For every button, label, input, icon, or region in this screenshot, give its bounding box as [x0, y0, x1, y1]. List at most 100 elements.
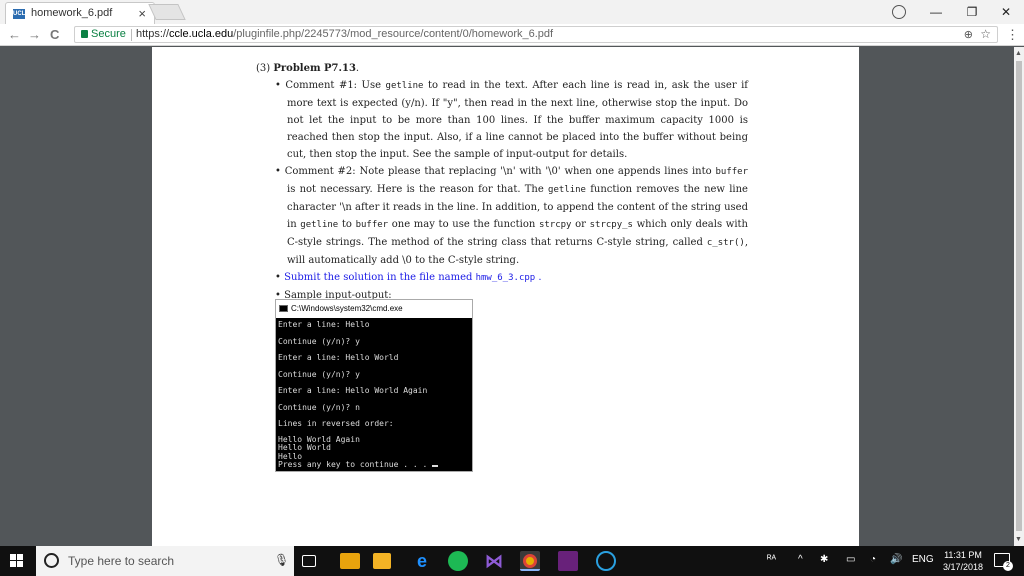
cmd-cursor — [432, 465, 439, 467]
cortana-icon — [44, 553, 59, 568]
address-bar[interactable]: Secure https://ccle.ucla.edu/pluginfile.… — [74, 26, 998, 43]
scroll-up-icon[interactable]: ▲ — [1015, 50, 1022, 57]
pdf-viewer: (3) Problem P7.13. • Comment #1: Use get… — [0, 47, 1024, 546]
spotify-icon[interactable] — [448, 551, 468, 571]
bullet-dot: • — [275, 166, 281, 177]
language-indicator[interactable]: ENG — [912, 554, 934, 565]
cmd-line: Enter a line: Hello World — [278, 353, 399, 362]
viewer-scrollbar[interactable]: ▲ ▼ — [1014, 47, 1024, 546]
cmd-title: C:\Windows\system32\cmd.exe — [291, 304, 403, 313]
url-scheme: https:// — [136, 28, 170, 40]
address-separator — [131, 29, 132, 41]
file-explorer-icon[interactable] — [340, 553, 360, 569]
battery-icon[interactable]: ▭ — [846, 554, 855, 565]
back-button[interactable]: ← — [8, 27, 21, 42]
tab-close-icon[interactable]: × — [138, 6, 146, 21]
browser-menu-icon[interactable]: ⋮ — [1006, 27, 1019, 43]
bluetooth-icon[interactable]: ✱ — [820, 554, 828, 565]
visual-studio-icon[interactable] — [558, 551, 578, 571]
system-clock[interactable]: 11:31 PM 3/17/2018 — [935, 549, 991, 573]
volume-icon[interactable]: 🔊 — [890, 554, 902, 565]
cmd-icon — [279, 305, 288, 312]
problem-heading: (3) Problem P7.13. — [256, 60, 748, 77]
comment-1-rest: to read in the text. After each line is … — [287, 80, 749, 160]
zoom-icon[interactable]: ⊕ — [964, 28, 973, 41]
scroll-thumb[interactable] — [1016, 61, 1022, 531]
cmd-prompt-line: Press any key to continue . . . — [278, 460, 470, 470]
new-tab-button[interactable] — [148, 4, 186, 20]
tray-chevron-icon[interactable]: ^ — [798, 554, 803, 565]
bullet-dot: • — [275, 272, 281, 283]
document-text: (3) Problem P7.13. • Comment #1: Use get… — [256, 60, 748, 304]
windows-taskbar: Type here to search 🎙 e ⋈ ᴿᴬ ^ ✱ ▭ ◔ 🔊 E… — [0, 546, 1024, 576]
tab-title: homework_6.pdf — [31, 7, 113, 19]
tab-bar: UCLA homework_6.pdf × — ❐ ✕ — [0, 0, 1024, 24]
bullet-dot: • — [275, 80, 281, 91]
ucla-favicon-icon: UCLA — [13, 9, 30, 19]
cmd-line: Continue (y/n)? n — [278, 402, 360, 412]
wifi-icon[interactable]: ◔ — [870, 554, 876, 565]
code-strcpy: strcpy — [538, 220, 572, 230]
bookmark-star-icon[interactable]: ☆ — [980, 27, 991, 41]
reload-button[interactable]: C — [50, 27, 59, 42]
submit-note: • Submit the solution in the file named … — [256, 269, 748, 287]
clock-date: 3/17/2018 — [942, 562, 984, 572]
forward-button[interactable]: → — [28, 27, 41, 42]
secure-label[interactable]: Secure — [91, 28, 126, 40]
store-icon[interactable] — [373, 553, 391, 569]
url-domain: ccle.ucla.edu — [169, 28, 234, 40]
comment-1: • Comment #1: Use getline to read in the… — [256, 77, 748, 163]
visual-studio-code-icon[interactable]: ⋈ — [484, 551, 504, 571]
edge-icon[interactable]: e — [412, 551, 432, 571]
code-getline: getline — [385, 81, 424, 91]
url-text[interactable]: https://ccle.ucla.edu/pluginfile.php/224… — [136, 28, 553, 40]
cmd-window-image: C:\Windows\system32\cmd.exe Enter a line… — [275, 299, 473, 472]
lock-icon — [81, 30, 88, 38]
restore-button[interactable]: ❐ — [954, 0, 990, 24]
comment-2: • Comment #2: Note please that replacing… — [256, 163, 748, 269]
problem-number: (3) — [256, 63, 271, 74]
chrome-taskbar-icon[interactable] — [520, 551, 540, 571]
code-filename: hmw_6_3.cpp — [475, 273, 536, 283]
comment-2-text-d: to — [338, 219, 356, 230]
scroll-down-icon[interactable]: ▼ — [1015, 536, 1022, 543]
cmd-line: Lines in reversed order: — [278, 419, 394, 428]
taskbar-search-box[interactable]: Type here to search 🎙 — [36, 546, 294, 576]
cmd-line: Continue (y/n)? y — [278, 336, 360, 346]
cmd-output-line: Hello World — [278, 443, 331, 452]
cmd-output: Enter a line: Hello Continue (y/n)? y En… — [276, 318, 472, 472]
comment-2-text-b: is not necessary. Here is the reason for… — [287, 184, 549, 195]
notification-count-badge: 2 — [1003, 561, 1013, 571]
code-getline: getline — [548, 185, 586, 195]
problem-title: Problem P7.13 — [273, 63, 356, 74]
code-c-str: c_str() — [706, 238, 745, 248]
search-placeholder: Type here to search — [68, 554, 175, 568]
windows-logo-icon — [17, 554, 23, 560]
close-window-button[interactable]: ✕ — [988, 0, 1024, 24]
app-icon[interactable] — [596, 551, 616, 571]
url-path: /pluginfile.php/2245773/mod_resource/con… — [233, 28, 554, 40]
comment-1-text: Comment #1: Use — [285, 80, 386, 91]
code-buffer: buffer — [715, 167, 748, 177]
clock-time: 11:31 PM — [944, 550, 982, 560]
code-strcpy-s: strcpy_s — [589, 220, 633, 230]
minimize-button[interactable]: — — [918, 0, 954, 24]
cmd-line: Enter a line: Hello — [278, 320, 370, 329]
comment-2-text-e: one may to use the function — [388, 219, 539, 230]
microphone-icon[interactable]: 🎙 — [274, 553, 289, 567]
task-view-icon[interactable] — [302, 555, 316, 567]
windows-logo-icon — [17, 561, 23, 567]
code-buffer: buffer — [355, 220, 389, 230]
submit-text-end: . — [535, 272, 542, 283]
problem-period: . — [355, 63, 360, 74]
comment-2-text-f: or — [571, 219, 590, 230]
cmd-line: Enter a line: Hello World Again — [278, 386, 428, 395]
browser-toolbar: ← → C Secure https://ccle.ucla.edu/plugi… — [0, 24, 1024, 46]
cmd-prompt-text: Press any key to continue . . . — [278, 460, 433, 469]
people-icon[interactable]: ᴿᴬ — [767, 554, 776, 565]
profile-icon[interactable] — [892, 5, 906, 19]
start-button[interactable] — [10, 554, 24, 568]
tab-homework-pdf[interactable]: UCLA homework_6.pdf × — [5, 2, 155, 24]
windows-logo-icon — [10, 561, 16, 567]
submit-text: Submit the solution in the file named — [284, 272, 476, 283]
